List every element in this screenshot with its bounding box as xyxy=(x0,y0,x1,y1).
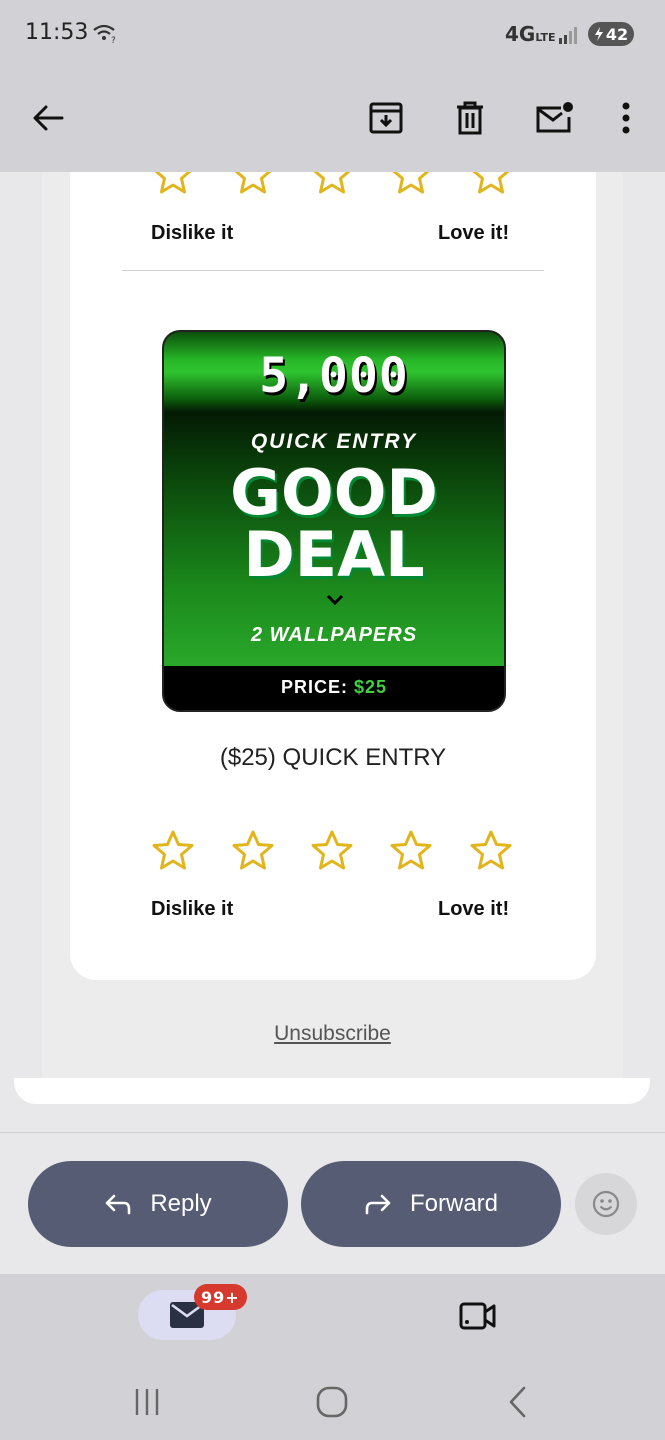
email-content[interactable]: Dislike it Love it! PRICE: $25 5,000 QUI… xyxy=(0,172,665,1132)
star-icon[interactable] xyxy=(232,830,274,870)
home-button[interactable] xyxy=(302,1382,362,1422)
meet-tab[interactable] xyxy=(452,1292,504,1340)
mark-unread-button[interactable] xyxy=(530,94,578,142)
star-icon[interactable] xyxy=(152,172,194,194)
forward-button[interactable]: Forward xyxy=(301,1161,561,1247)
promo-headline-deal: DEAL xyxy=(243,518,425,591)
back-arrow-icon xyxy=(33,105,64,131)
battery-indicator: 42 xyxy=(588,22,634,46)
bottom-nav: 99+ xyxy=(0,1274,665,1440)
star-icon[interactable] xyxy=(470,172,512,194)
star-icon[interactable] xyxy=(470,830,512,870)
svg-text:?: ? xyxy=(111,36,116,44)
recents-button[interactable] xyxy=(117,1382,177,1422)
archive-icon xyxy=(369,102,403,134)
delete-button[interactable] xyxy=(446,94,494,142)
back-nav-button[interactable] xyxy=(488,1382,548,1422)
forward-icon xyxy=(365,1194,391,1215)
mark-unread-icon xyxy=(536,102,573,133)
rating-card: Dislike it Love it! PRICE: $25 5,000 QUI… xyxy=(70,172,596,980)
promo-headline-good: GOOD xyxy=(230,456,438,529)
reply-button[interactable]: Reply xyxy=(28,1161,288,1247)
unread-badge: 99+ xyxy=(194,1284,247,1310)
promo-image[interactable]: PRICE: $25 5,000 QUICK ENTRY GOOD DEAL 2… xyxy=(162,330,506,712)
back-button[interactable] xyxy=(24,94,72,142)
network-indicator: 4GLTE xyxy=(505,22,556,46)
chevron-down-icon xyxy=(326,594,344,606)
wifi-icon: ? xyxy=(92,22,118,49)
more-options-icon xyxy=(622,102,630,134)
reply-bar: Reply Forward xyxy=(0,1132,665,1274)
star-icon[interactable] xyxy=(390,830,432,870)
star-icon[interactable] xyxy=(311,172,353,194)
dislike-label: Dislike it xyxy=(151,898,234,920)
unsubscribe-link[interactable]: Unsubscribe xyxy=(0,1022,665,1046)
star-icon[interactable] xyxy=(390,172,432,194)
love-label: Love it! xyxy=(438,222,510,244)
home-icon xyxy=(316,1386,348,1418)
archive-button[interactable] xyxy=(362,94,410,142)
email-card-bottom xyxy=(14,1078,650,1104)
star-icon[interactable] xyxy=(152,830,194,870)
top-stars-row xyxy=(152,172,514,194)
email-toolbar xyxy=(0,70,665,172)
star-icon[interactable] xyxy=(232,172,274,194)
video-camera-icon xyxy=(459,1302,496,1330)
email-body: Dislike it Love it! PRICE: $25 5,000 QUI… xyxy=(42,172,623,1078)
more-options-button[interactable] xyxy=(602,94,650,142)
love-label: Love it! xyxy=(438,898,510,920)
emoji-reaction-button[interactable] xyxy=(575,1173,637,1235)
promo-wallpapers: 2 WALLPAPERS xyxy=(250,624,418,646)
trash-icon xyxy=(457,101,483,135)
bottom-stars-row xyxy=(152,830,514,870)
status-bar: 11:53 ? 4GLTE 42 xyxy=(0,0,665,70)
product-title: ($25) QUICK ENTRY xyxy=(219,744,447,771)
star-icon[interactable] xyxy=(311,830,353,870)
divider xyxy=(122,270,544,271)
signal-icon xyxy=(559,26,581,49)
dislike-label: Dislike it xyxy=(151,222,234,244)
back-chevron-icon xyxy=(509,1386,526,1418)
promo-amount: 5,000 xyxy=(259,348,409,404)
recents-icon xyxy=(135,1389,159,1415)
promo-subtitle: QUICK ENTRY xyxy=(250,430,418,453)
status-time: 11:53 xyxy=(25,20,89,45)
reply-icon xyxy=(106,1194,131,1215)
promo-price-bar: PRICE: $25 xyxy=(164,666,504,710)
smiley-icon xyxy=(592,1190,620,1218)
